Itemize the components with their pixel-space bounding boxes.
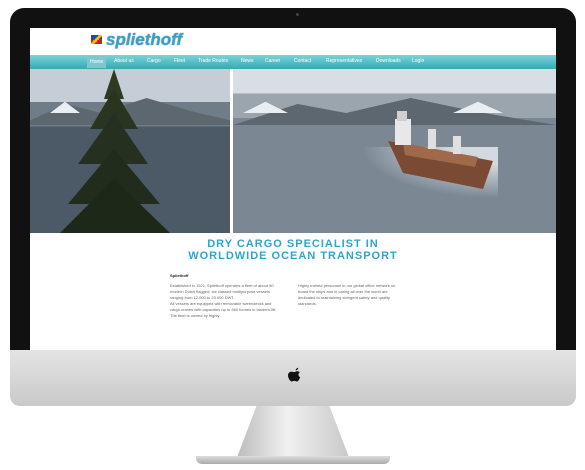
nav-login[interactable]: Login — [412, 58, 424, 64]
headline-line-1: DRY CARGO SPECIALIST IN — [207, 238, 379, 250]
main-navigation: Home About us Cargo Fleet Trade Routes N… — [30, 55, 556, 69]
content-paragraph: All vessels are equipped with removable … — [170, 301, 277, 318]
site-header: spliethoff — [30, 28, 556, 53]
imac-stand — [236, 406, 350, 460]
site-logo[interactable]: spliethoff — [106, 30, 182, 50]
hero-image — [30, 69, 556, 233]
imac-base — [196, 456, 390, 464]
content-column-right: Highly trained personnel in our global o… — [298, 283, 396, 306]
hero-right-photo — [233, 69, 556, 233]
nav-career[interactable]: Career — [265, 58, 280, 64]
flag-logo-icon — [91, 35, 102, 44]
hero-left-photo — [30, 69, 230, 233]
content-column-left: Spliethoff Established in 1921, Splietho… — [170, 273, 278, 319]
content-title: Spliethoff — [170, 273, 189, 278]
pine-tree-icon — [60, 69, 170, 233]
nav-representatives[interactable]: Representatives — [326, 58, 362, 64]
nav-cargo[interactable]: Cargo — [147, 58, 161, 64]
camera-icon — [296, 13, 299, 16]
imac-display: spliethoff Home About us Cargo Fleet Tra… — [0, 0, 585, 470]
cargo-ship-icon — [388, 111, 493, 189]
nav-trade-routes[interactable]: Trade Routes — [198, 58, 228, 64]
nav-home[interactable]: Home — [87, 56, 107, 68]
nav-news[interactable]: News — [241, 58, 254, 64]
nav-downloads[interactable]: Downloads — [376, 58, 401, 64]
website-screen: spliethoff Home About us Cargo Fleet Tra… — [30, 28, 556, 352]
nav-fleet[interactable]: Fleet — [174, 58, 185, 64]
nav-about-us[interactable]: About us — [114, 58, 134, 64]
content-paragraph: Established in 1921, Spliethoff operates… — [170, 283, 274, 300]
nav-contact[interactable]: Contact — [294, 58, 311, 64]
headline-line-2: WORLDWIDE OCEAN TRANSPORT — [188, 250, 398, 262]
apple-logo-icon — [288, 367, 301, 382]
